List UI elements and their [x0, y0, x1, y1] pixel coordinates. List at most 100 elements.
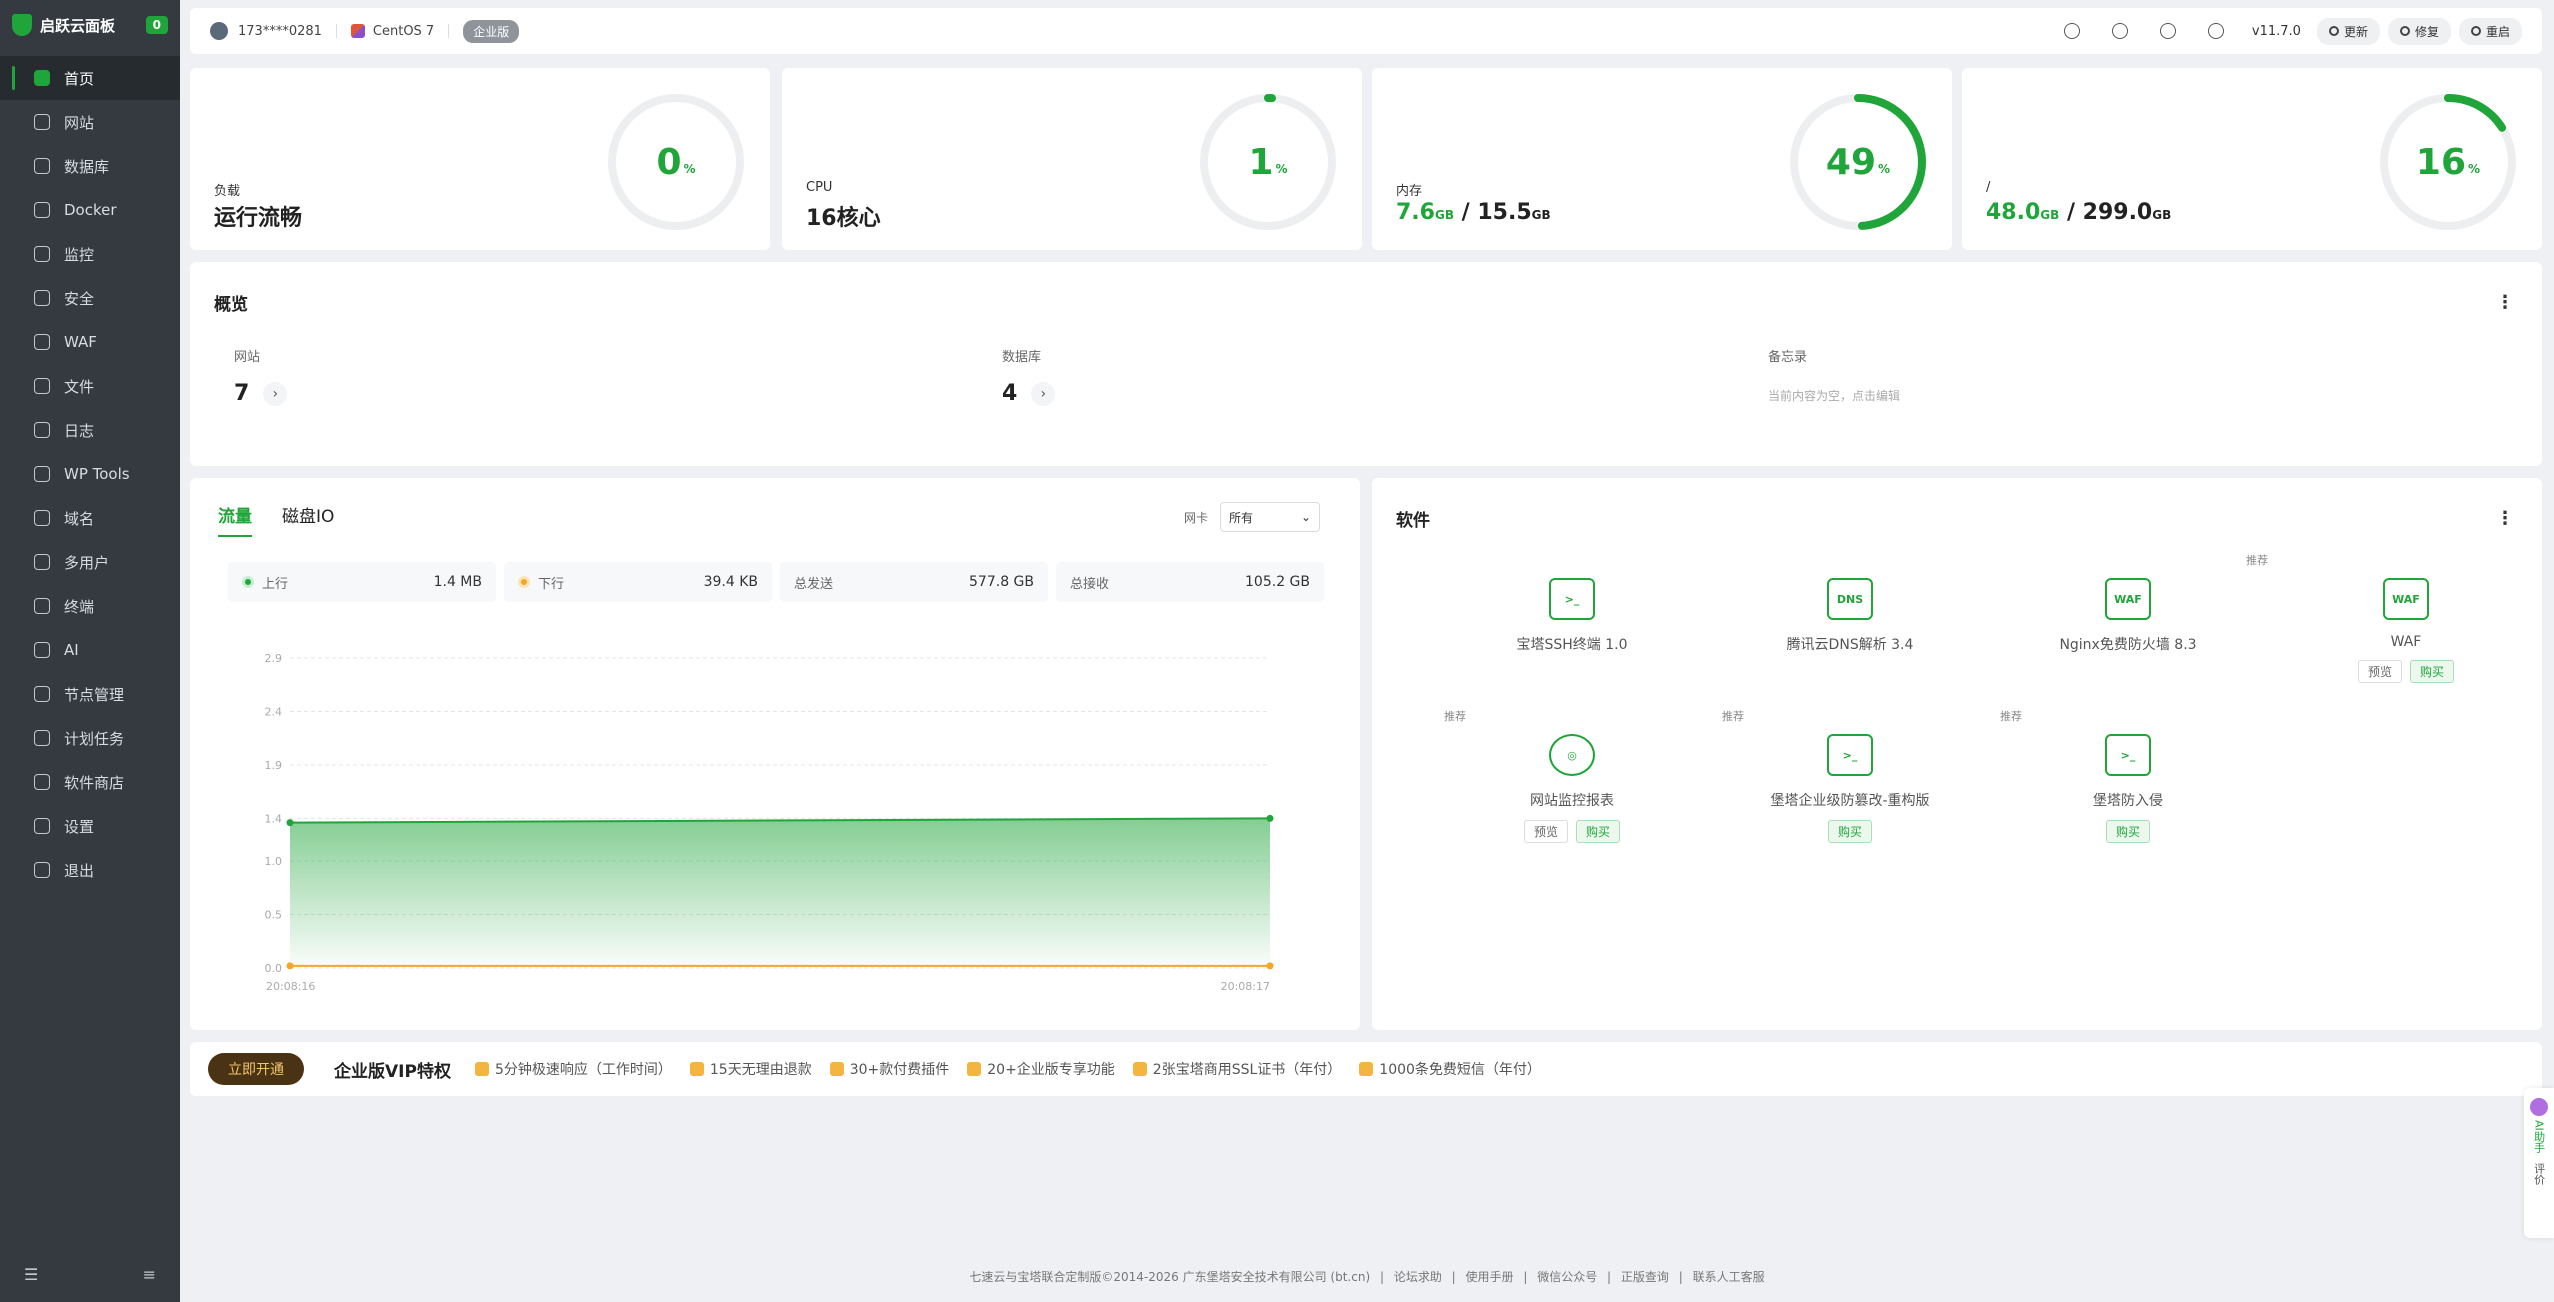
disk-used: 48.0 — [1986, 200, 2041, 225]
footer-link[interactable]: 使用手册 — [1466, 1270, 1514, 1284]
sidebar-item-13[interactable]: AI — [0, 628, 180, 672]
edition-tag[interactable]: 企业版 — [463, 19, 520, 43]
avatar[interactable] — [210, 22, 228, 40]
cpu-card[interactable]: CPU 16核心 1% — [782, 68, 1362, 250]
sidebar-item-0[interactable]: 首页 — [0, 56, 180, 100]
sidebar-item-12[interactable]: 终端 — [0, 584, 180, 628]
disk-usage: 48.0GB / 299.0GB — [1986, 200, 2172, 225]
cpu-label: CPU — [806, 180, 833, 195]
tab-traffic[interactable]: 流量 — [218, 502, 252, 537]
menu-list-icon[interactable]: ≡ — [143, 1265, 156, 1284]
copyright: 七速云与宝塔联合定制版©2014-2026 广东堡塔安全技术有限公司 (bt.c… — [969, 1270, 1371, 1284]
sidebar-item-6[interactable]: WAF — [0, 320, 180, 364]
notification-badge[interactable]: 0 — [145, 16, 168, 34]
software-item[interactable]: >_ 宝塔SSH终端 1.0 — [1432, 578, 1712, 654]
more-menu-icon[interactable]: ⋮ — [2496, 508, 2514, 529]
sidebar-item-18[interactable]: 退出 — [0, 848, 180, 892]
sidebar-item-7[interactable]: 文件 — [0, 364, 180, 408]
update-button[interactable]: 更新 — [2316, 17, 2380, 45]
buy-button[interactable]: 购买 — [1827, 820, 1872, 843]
software-name[interactable]: 宝塔SSH终端 1.0 — [1432, 634, 1712, 654]
more-menu-icon[interactable]: ⋮ — [2496, 292, 2514, 313]
chevron-right-icon[interactable]: › — [1031, 381, 1056, 406]
sidebar-item-2[interactable]: 数据库 — [0, 144, 180, 188]
tab-disk-io[interactable]: 磁盘IO — [282, 502, 334, 537]
software-name[interactable]: Nginx免费防火墙 8.3 — [1988, 634, 2268, 654]
sidebar-item-9[interactable]: WP Tools — [0, 452, 180, 496]
software-name[interactable]: 堡塔企业级防篡改-重构版 — [1710, 790, 1990, 810]
software-item[interactable]: WAF WAF 预览 购买 — [2266, 578, 2546, 683]
support-icon[interactable] — [2111, 23, 2128, 39]
sidebar-item-1[interactable]: 网站 — [0, 100, 180, 144]
sidebar-item-8[interactable]: 日志 — [0, 408, 180, 452]
restart-button[interactable]: 重启 — [2458, 17, 2522, 45]
notes-icon[interactable] — [2207, 23, 2224, 39]
buy-button[interactable]: 购买 — [2105, 820, 2150, 843]
y-tick-label: 1.4 — [265, 812, 283, 825]
software-name[interactable]: WAF — [2266, 634, 2546, 650]
nic-select[interactable]: 所有 ⌄ — [1220, 502, 1320, 532]
sidebar-item-3[interactable]: Docker — [0, 188, 180, 232]
sites-summary[interactable]: 网站 7 › — [234, 346, 288, 406]
software-item[interactable]: >_ 堡塔防入侵 购买 — [1988, 734, 2268, 843]
repair-label: 修复 — [2414, 24, 2439, 39]
lock-window-icon: >_ — [1827, 734, 1873, 776]
footer-link[interactable]: 微信公众号 — [1537, 1270, 1597, 1284]
traffic-chart[interactable]: 0.0 0.5 1.0 1.4 1.9 2.4 2.9 20:08:16 20:08:17 — [250, 628, 1330, 1008]
load-card[interactable]: 负载 运行流畅 0% — [190, 68, 770, 250]
sidebar-item-15[interactable]: 计划任务 — [0, 716, 180, 760]
software-name[interactable]: 网站监控报表 — [1432, 790, 1712, 810]
rate-label[interactable]: 评价 — [2532, 1163, 2546, 1185]
software-item[interactable]: >_ 堡塔企业级防篡改-重构版 购买 — [1710, 734, 1990, 843]
software-item[interactable]: DNS 腾讯云DNS解析 3.4 — [1710, 578, 1990, 654]
open-vip-button[interactable]: 立即开通 — [208, 1053, 304, 1085]
total-sent-label: 总发送 — [794, 576, 834, 592]
databases-summary[interactable]: 数据库 4 › — [1002, 346, 1056, 406]
user-phone[interactable]: 173****0281 — [238, 24, 322, 39]
memory-card[interactable]: 内存 7.6GB / 15.5GB 49% — [1372, 68, 1952, 250]
memo-summary[interactable]: 备忘录 当前内容为空，点击编辑 — [1768, 346, 1900, 404]
feature-icon — [474, 1062, 489, 1076]
sidebar-item-16[interactable]: 软件商店 — [0, 760, 180, 804]
sidebar-item-10[interactable]: 域名 — [0, 496, 180, 540]
sidebar-item-5[interactable]: 安全 — [0, 276, 180, 320]
software-name[interactable]: 腾讯云DNS解析 3.4 — [1710, 634, 1990, 654]
memo-placeholder[interactable]: 当前内容为空，点击编辑 — [1768, 387, 1900, 404]
bell-icon[interactable] — [2159, 23, 2176, 39]
update-label: 更新 — [2343, 24, 2368, 39]
preview-button[interactable]: 预览 — [2357, 660, 2402, 683]
docker-icon — [34, 202, 50, 218]
sidebar-item-17[interactable]: 设置 — [0, 804, 180, 848]
footer-link[interactable]: 论坛求助 — [1394, 1270, 1442, 1284]
software-item[interactable]: ◎ 网站监控报表 预览 购买 — [1432, 734, 1712, 843]
sidebar-footer: ☰ ≡ — [0, 1256, 180, 1292]
series-point-0 — [286, 819, 294, 827]
wordpress-icon — [34, 466, 50, 482]
sidebar-item-label: 设置 — [64, 817, 95, 836]
vip-feature: 20+企业版专享功能 — [967, 1059, 1115, 1079]
restart-label: 重启 — [2485, 24, 2510, 39]
sidebar-item-4[interactable]: 监控 — [0, 232, 180, 276]
total-sent-stat: 总发送 577.8 GB — [780, 562, 1048, 602]
software-item[interactable]: WAF Nginx免费防火墙 8.3 — [1988, 578, 2268, 654]
divider — [448, 24, 450, 38]
buy-button[interactable]: 购买 — [1576, 820, 1621, 843]
sidebar-item-11[interactable]: 多用户 — [0, 540, 180, 584]
footer-link[interactable]: 正版查询 — [1621, 1270, 1669, 1284]
chevron-right-icon[interactable]: › — [263, 381, 288, 406]
preview-button[interactable]: 预览 — [1523, 820, 1568, 843]
vip-feature-label: 20+企业版专享功能 — [987, 1062, 1115, 1078]
repair-button[interactable]: 修复 — [2387, 17, 2451, 45]
software-title: 软件 — [1396, 511, 1430, 531]
ai-assistant-float[interactable]: AI助手 评价 — [2524, 1088, 2554, 1238]
theme-sun-icon[interactable] — [2063, 23, 2080, 39]
footer-link[interactable]: 联系人工客服 — [1693, 1270, 1765, 1284]
software-name[interactable]: 堡塔防入侵 — [1988, 790, 2268, 810]
vip-feature-label: 1000条免费短信（年付） — [1379, 1062, 1541, 1078]
collapse-icon[interactable]: ☰ — [24, 1265, 38, 1284]
brand[interactable]: 启跃云面板 0 — [0, 0, 180, 50]
disk-card[interactable]: / 48.0GB / 299.0GB 16% — [1962, 68, 2542, 250]
sidebar-item-14[interactable]: 节点管理 — [0, 672, 180, 716]
buy-button[interactable]: 购买 — [2410, 660, 2455, 683]
ai-assistant-label[interactable]: AI助手 — [2532, 1120, 2546, 1153]
